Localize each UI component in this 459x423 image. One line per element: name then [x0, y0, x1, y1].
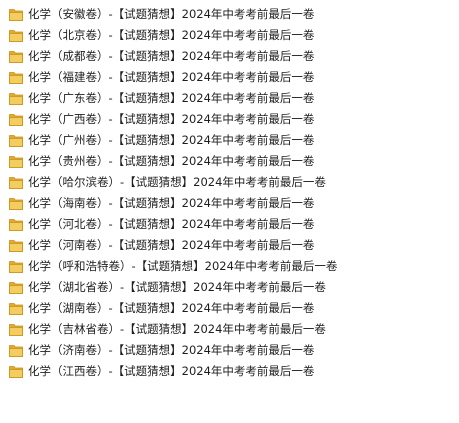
- folder-item[interactable]: 化学（吉林省卷）-【试题猜想】2024年中考考前最后一卷: [0, 319, 459, 340]
- folder-icon: [9, 114, 23, 126]
- folder-item[interactable]: 化学（广东卷）-【试题猜想】2024年中考考前最后一卷: [0, 88, 459, 109]
- folder-name: 化学（湖北省卷）-【试题猜想】2024年中考考前最后一卷: [28, 280, 326, 294]
- folder-name: 化学（吉林省卷）-【试题猜想】2024年中考考前最后一卷: [28, 322, 326, 336]
- folder-name: 化学（呼和浩特卷）-【试题猜想】2024年中考考前最后一卷: [28, 259, 338, 273]
- folder-name: 化学（北京卷）-【试题猜想】2024年中考考前最后一卷: [28, 28, 315, 42]
- folder-icon: [9, 9, 23, 21]
- folder-name: 化学（海南卷）-【试题猜想】2024年中考考前最后一卷: [28, 196, 315, 210]
- folder-name: 化学（河北卷）-【试题猜想】2024年中考考前最后一卷: [28, 217, 315, 231]
- folder-item[interactable]: 化学（贵州卷）-【试题猜想】2024年中考考前最后一卷: [0, 151, 459, 172]
- folder-icon: [9, 303, 23, 315]
- folder-name: 化学（广东卷）-【试题猜想】2024年中考考前最后一卷: [28, 91, 315, 105]
- folder-item[interactable]: 化学（福建卷）-【试题猜想】2024年中考考前最后一卷: [0, 67, 459, 88]
- folder-item[interactable]: 化学（广西卷）-【试题猜想】2024年中考考前最后一卷: [0, 109, 459, 130]
- folder-icon: [9, 30, 23, 42]
- folder-icon: [9, 282, 23, 294]
- folder-name: 化学（济南卷）-【试题猜想】2024年中考考前最后一卷: [28, 343, 315, 357]
- folder-icon: [9, 93, 23, 105]
- folder-item[interactable]: 化学（成都卷）-【试题猜想】2024年中考考前最后一卷: [0, 46, 459, 67]
- folder-icon: [9, 198, 23, 210]
- folder-name: 化学（湖南卷）-【试题猜想】2024年中考考前最后一卷: [28, 301, 315, 315]
- folder-item[interactable]: 化学（呼和浩特卷）-【试题猜想】2024年中考考前最后一卷: [0, 256, 459, 277]
- folder-item[interactable]: 化学（哈尔滨卷）-【试题猜想】2024年中考考前最后一卷: [0, 172, 459, 193]
- folder-icon: [9, 219, 23, 231]
- folder-name: 化学（贵州卷）-【试题猜想】2024年中考考前最后一卷: [28, 154, 315, 168]
- folder-item[interactable]: 化学（广州卷）-【试题猜想】2024年中考考前最后一卷: [0, 130, 459, 151]
- folder-name: 化学（广西卷）-【试题猜想】2024年中考考前最后一卷: [28, 112, 315, 126]
- folder-item[interactable]: 化学（河北卷）-【试题猜想】2024年中考考前最后一卷: [0, 214, 459, 235]
- folder-name: 化学（河南卷）-【试题猜想】2024年中考考前最后一卷: [28, 238, 315, 252]
- folder-icon: [9, 156, 23, 168]
- folder-item[interactable]: 化学（江西卷）-【试题猜想】2024年中考考前最后一卷: [0, 361, 459, 382]
- folder-icon: [9, 366, 23, 378]
- folder-name: 化学（广州卷）-【试题猜想】2024年中考考前最后一卷: [28, 133, 315, 147]
- folder-name: 化学（江西卷）-【试题猜想】2024年中考考前最后一卷: [28, 364, 315, 378]
- folder-name: 化学（成都卷）-【试题猜想】2024年中考考前最后一卷: [28, 49, 315, 63]
- folder-icon: [9, 261, 23, 273]
- folder-item[interactable]: 化学（济南卷）-【试题猜想】2024年中考考前最后一卷: [0, 340, 459, 361]
- folder-icon: [9, 51, 23, 63]
- folder-name: 化学（哈尔滨卷）-【试题猜想】2024年中考考前最后一卷: [28, 175, 326, 189]
- file-list: 化学（安徽卷）-【试题猜想】2024年中考考前最后一卷 化学（北京卷）-【试题猜…: [0, 4, 459, 382]
- folder-item[interactable]: 化学（北京卷）-【试题猜想】2024年中考考前最后一卷: [0, 25, 459, 46]
- folder-name: 化学（安徽卷）-【试题猜想】2024年中考考前最后一卷: [28, 7, 315, 21]
- folder-icon: [9, 72, 23, 84]
- folder-item[interactable]: 化学（湖南卷）-【试题猜想】2024年中考考前最后一卷: [0, 298, 459, 319]
- folder-icon: [9, 135, 23, 147]
- folder-icon: [9, 240, 23, 252]
- folder-name: 化学（福建卷）-【试题猜想】2024年中考考前最后一卷: [28, 70, 315, 84]
- folder-item[interactable]: 化学（海南卷）-【试题猜想】2024年中考考前最后一卷: [0, 193, 459, 214]
- folder-icon: [9, 345, 23, 357]
- folder-icon: [9, 324, 23, 336]
- folder-item[interactable]: 化学（安徽卷）-【试题猜想】2024年中考考前最后一卷: [0, 4, 459, 25]
- folder-icon: [9, 177, 23, 189]
- folder-item[interactable]: 化学（湖北省卷）-【试题猜想】2024年中考考前最后一卷: [0, 277, 459, 298]
- folder-item[interactable]: 化学（河南卷）-【试题猜想】2024年中考考前最后一卷: [0, 235, 459, 256]
